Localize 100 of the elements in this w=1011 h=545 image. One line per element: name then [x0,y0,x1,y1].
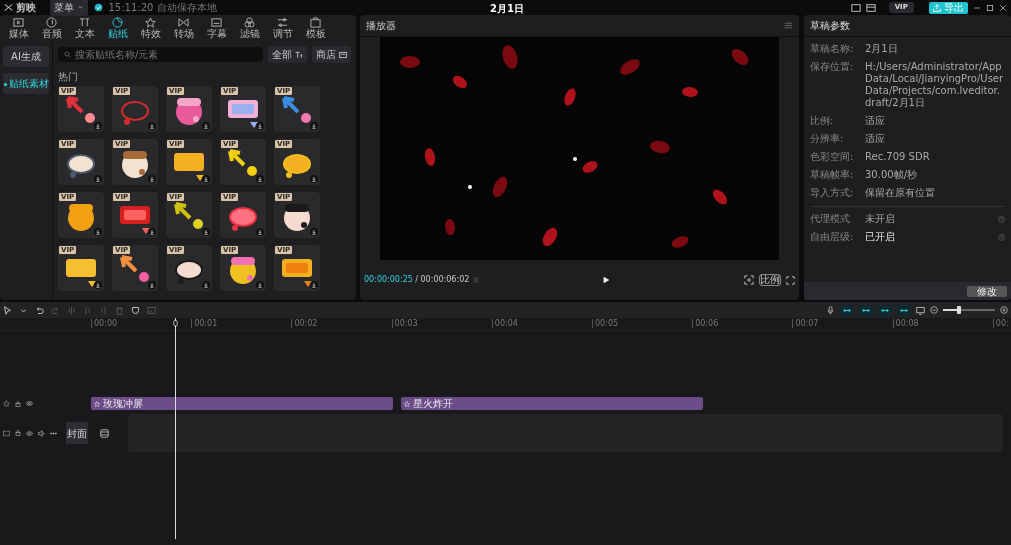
download-icon[interactable] [94,122,102,130]
media-icon [13,16,24,28]
export-icon [932,3,941,12]
download-icon[interactable] [94,281,102,289]
download-icon[interactable] [94,228,102,236]
caption-icon [211,16,222,28]
link-icon[interactable] [840,304,854,316]
lock-icon[interactable] [15,430,21,436]
preview-axis-icon[interactable] [916,305,925,315]
slider-thumb[interactable] [956,306,961,314]
param-value: 2月1日 [865,43,899,55]
effect-icon [145,16,156,28]
playhead-handle-icon[interactable] [172,319,179,328]
sticker-icon [94,400,100,407]
filter-button[interactable]: 全部 [268,46,307,63]
transition-icon [178,16,189,28]
param-value: 30.00帧/秒 [865,169,918,181]
ruler-label: 00:07 [792,319,819,328]
ratio-button[interactable]: 比例 [759,274,781,286]
clip-label: 玫瑰冲屏 [103,397,143,411]
shield-icon[interactable] [131,305,140,315]
download-icon[interactable] [148,175,156,183]
param-label: 保存位置: [810,61,855,74]
download-icon[interactable] [202,228,210,236]
download-icon[interactable] [148,281,156,289]
category-tab[interactable]: AI生成 [3,46,49,67]
download-icon[interactable] [310,281,318,289]
param-label: 自由层级: [810,231,855,243]
crop-icon[interactable] [744,275,754,285]
category-tab[interactable]: 贴纸素材 [3,73,49,94]
undo-icon[interactable] [35,305,44,315]
search-icon [64,51,71,58]
download-icon[interactable] [148,228,156,236]
tab[interactable]: 转场 [167,15,200,40]
param-value: 保留在原有位置 [865,187,936,199]
download-icon[interactable] [94,175,102,183]
fullscreen-icon[interactable] [786,275,795,285]
more-icon[interactable] [50,429,57,437]
modify-button[interactable]: 修改 [967,285,1007,297]
download-icon[interactable] [310,228,318,236]
logo-icon [4,3,13,12]
adjust-icon [277,16,288,28]
menu-button[interactable]: 菜单 [49,0,88,16]
clip-label: 星火炸开 [413,397,453,411]
tab[interactable]: 音频 [35,15,68,40]
font-icon [295,50,303,59]
param-value: 已开启 [865,231,896,243]
cover-button[interactable]: 封面 [66,422,88,444]
menu-icon[interactable] [784,21,793,30]
layout-icon[interactable] [865,2,876,13]
select-icon[interactable] [3,305,12,315]
param-label: 代理模式 [810,213,851,225]
store-icon [339,50,347,59]
save-status: 15:11:20 自动保存本地 [108,1,217,15]
tab[interactable]: 滤镜 [233,15,266,40]
download-icon[interactable] [310,175,318,183]
play-icon[interactable] [601,276,610,284]
download-icon[interactable] [310,122,318,130]
microphone-icon[interactable] [826,305,835,315]
video-track-icon [3,429,10,437]
store-button[interactable]: 商店 [312,46,351,63]
sticker-clip[interactable]: 玫瑰冲屏 [91,397,393,410]
tab[interactable]: 贴纸 [101,15,134,40]
speaker-icon[interactable] [38,429,45,437]
tab[interactable]: 媒体 [2,15,35,40]
time-separator: / [415,274,418,286]
tab[interactable]: 特效 [134,15,167,40]
panel-title: 播放器 [366,19,396,33]
eye-icon[interactable] [26,429,33,437]
tab[interactable]: 字幕 [200,15,233,40]
zoom-in-icon[interactable] [1000,306,1008,314]
ruler-label: 00:03 [391,319,418,328]
download-icon[interactable] [202,175,210,183]
close-icon[interactable] [999,3,1007,12]
caret-icon [76,4,84,11]
maximize-icon[interactable] [986,3,994,12]
ruler-label: 00:08 [892,319,919,328]
sticker-icon [112,16,123,28]
param-value: Rec.709 SDR [865,151,931,163]
tab[interactable]: 调节 [266,15,299,40]
zoom-out-icon[interactable] [930,306,938,314]
download-icon[interactable] [256,175,264,183]
download-icon[interactable] [256,122,264,130]
tab[interactable]: 文本 [68,15,101,40]
saved-icon [93,3,103,12]
param-label: 分辨率: [810,133,845,145]
download-icon[interactable] [256,228,264,236]
sticker-clip[interactable]: 星火炸开 [401,397,703,410]
ruler-label: 00:06 [692,319,719,328]
tab[interactable]: 模板 [299,15,332,40]
lock-icon[interactable] [15,400,21,407]
ruler-label: 00:02 [291,319,318,328]
ruler-label: 00: [992,319,1009,328]
download-icon[interactable] [202,122,210,130]
duration: 00:00:06:02 [420,274,470,286]
shortcut-icon[interactable] [850,2,861,13]
download-icon[interactable] [202,281,210,289]
download-icon[interactable] [256,281,264,289]
download-icon[interactable] [148,122,156,130]
eye-icon[interactable] [26,400,33,407]
